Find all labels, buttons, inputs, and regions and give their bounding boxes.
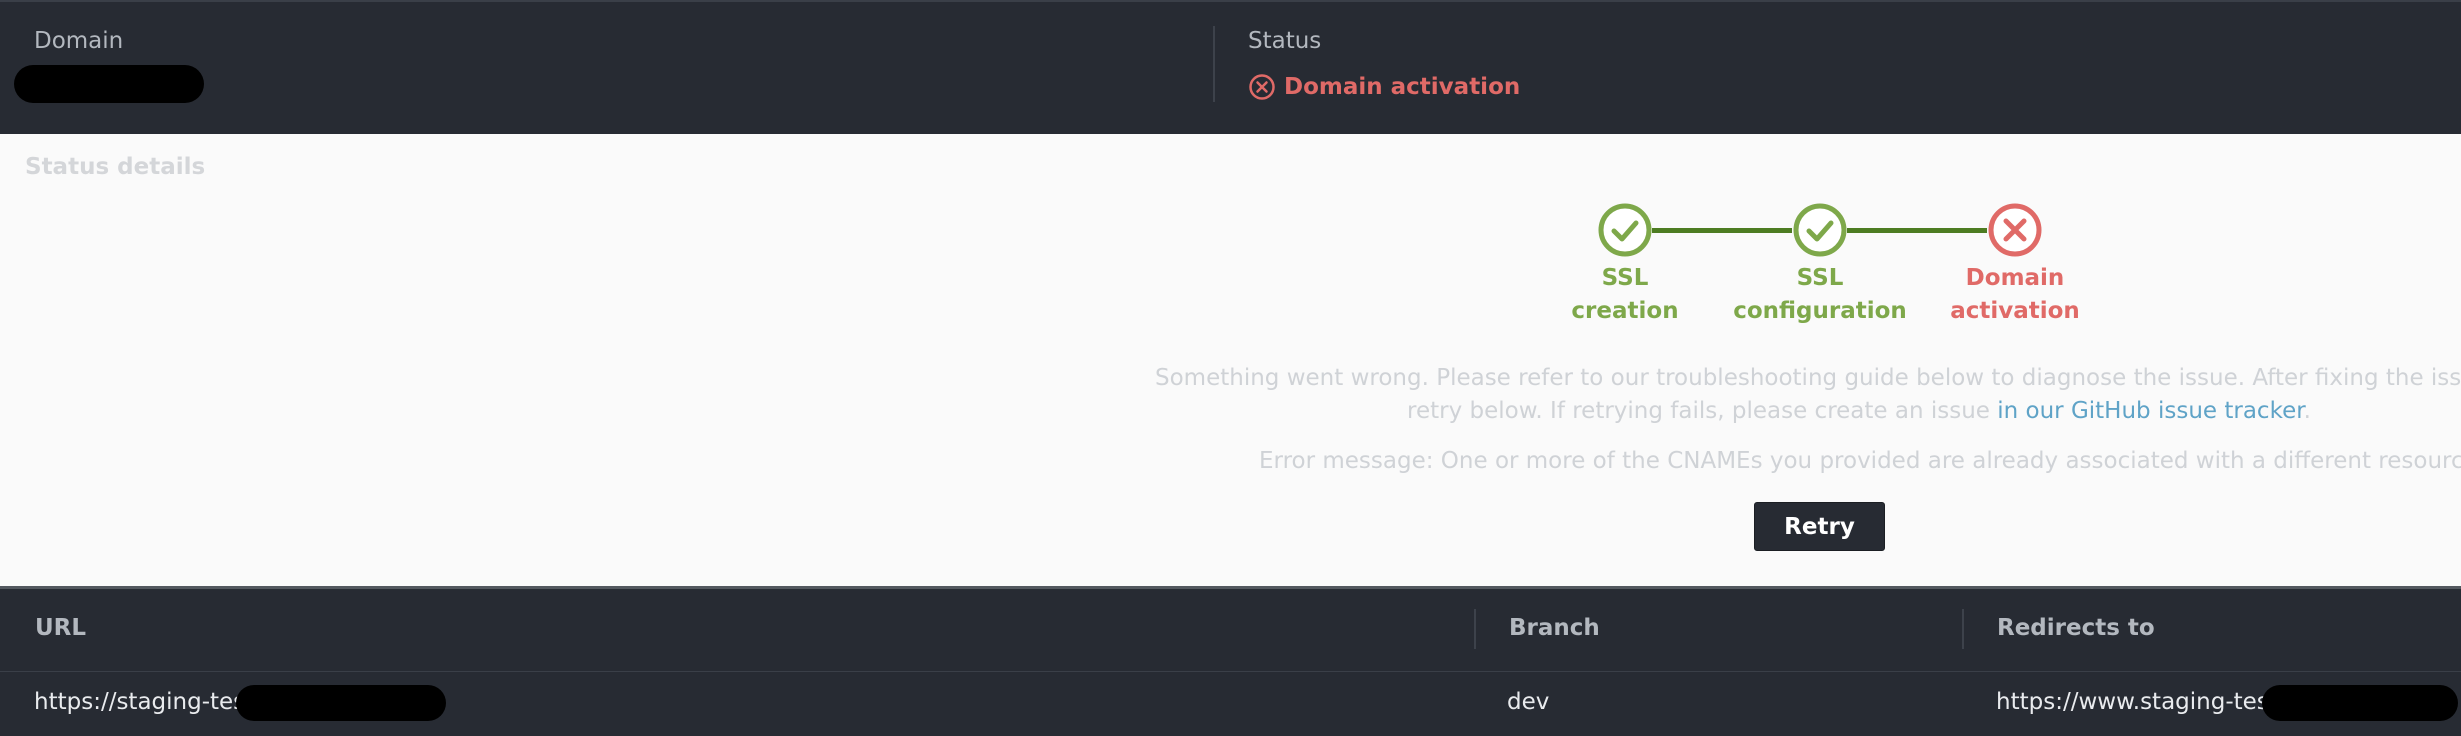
error-message: Error message: One or more of the CNAMEs… [1259, 448, 2461, 474]
redirects-to-cell-text: https://www.staging-tes [1996, 689, 2269, 715]
column-divider [1962, 609, 1964, 649]
column-header-branch: Branch [1509, 615, 1600, 641]
url-redacted [236, 685, 446, 721]
step-label-ssl-configuration: SSL configuration [1720, 262, 1920, 328]
status-details-title: Status details [25, 154, 206, 180]
status-value: Domain activation [1248, 70, 1520, 104]
step-label-ssl-creation: SSL creation [1525, 262, 1725, 328]
check-circle-icon [1793, 203, 1847, 257]
x-circle-icon [1988, 203, 2042, 257]
url-cell: https://staging-tes [34, 689, 245, 715]
domain-management-page: Domain Status Domain activation Status d… [0, 0, 2461, 736]
branch-cell: dev [1507, 689, 1550, 715]
step-label-domain-activation: Domain activation [1915, 262, 2115, 328]
url-cell-text: https://staging-tes [34, 689, 246, 715]
error-circle-icon [1249, 74, 1275, 100]
step-connector-2 [1847, 228, 1987, 233]
step-label-line: SSL [1796, 265, 1844, 291]
column-divider [1474, 609, 1476, 649]
message-line-2: retry below. If retrying fails, please c… [1155, 395, 2461, 428]
message-line-2-text: retry below. If retrying fails, please c… [1407, 398, 1998, 424]
domain-label: Domain [34, 28, 124, 54]
step-connector-1 [1652, 228, 1792, 233]
github-issue-tracker-link[interactable]: in our GitHub issue tracker [1997, 398, 2303, 424]
check-circle-icon [1598, 203, 1652, 257]
status-value-text: Domain activation [1284, 74, 1521, 100]
message-line-1: Something went wrong. Please refer to ou… [1155, 365, 2461, 391]
retry-button[interactable]: Retry [1754, 502, 1885, 551]
redirects-to-cell: https://www.staging-tes [1996, 689, 2269, 715]
troubleshooting-message: Something went wrong. Please refer to ou… [1155, 362, 2461, 428]
step-label-line: SSL [1601, 265, 1649, 291]
status-label: Status [1248, 28, 1322, 54]
subdomains-table: URL Branch Redirects to https://staging-… [0, 586, 2461, 736]
domain-value-redacted [14, 65, 204, 103]
header-divider [1213, 26, 1215, 102]
step-label-line: creation [1571, 298, 1679, 324]
step-label-line: Domain [1965, 265, 2065, 291]
redirects-to-redacted [2262, 685, 2458, 721]
table-header-row: URL Branch Redirects to [0, 589, 2461, 672]
message-line-2-suffix: . [2303, 398, 2311, 424]
domain-header: Domain Status Domain activation [0, 0, 2461, 134]
status-details-panel: Status details SSL creation SSL configur… [0, 134, 2461, 586]
step-label-line: configuration [1733, 298, 1907, 324]
column-header-redirects-to: Redirects to [1997, 615, 2155, 641]
step-label-line: activation [1950, 298, 2080, 324]
column-header-url: URL [35, 615, 87, 641]
